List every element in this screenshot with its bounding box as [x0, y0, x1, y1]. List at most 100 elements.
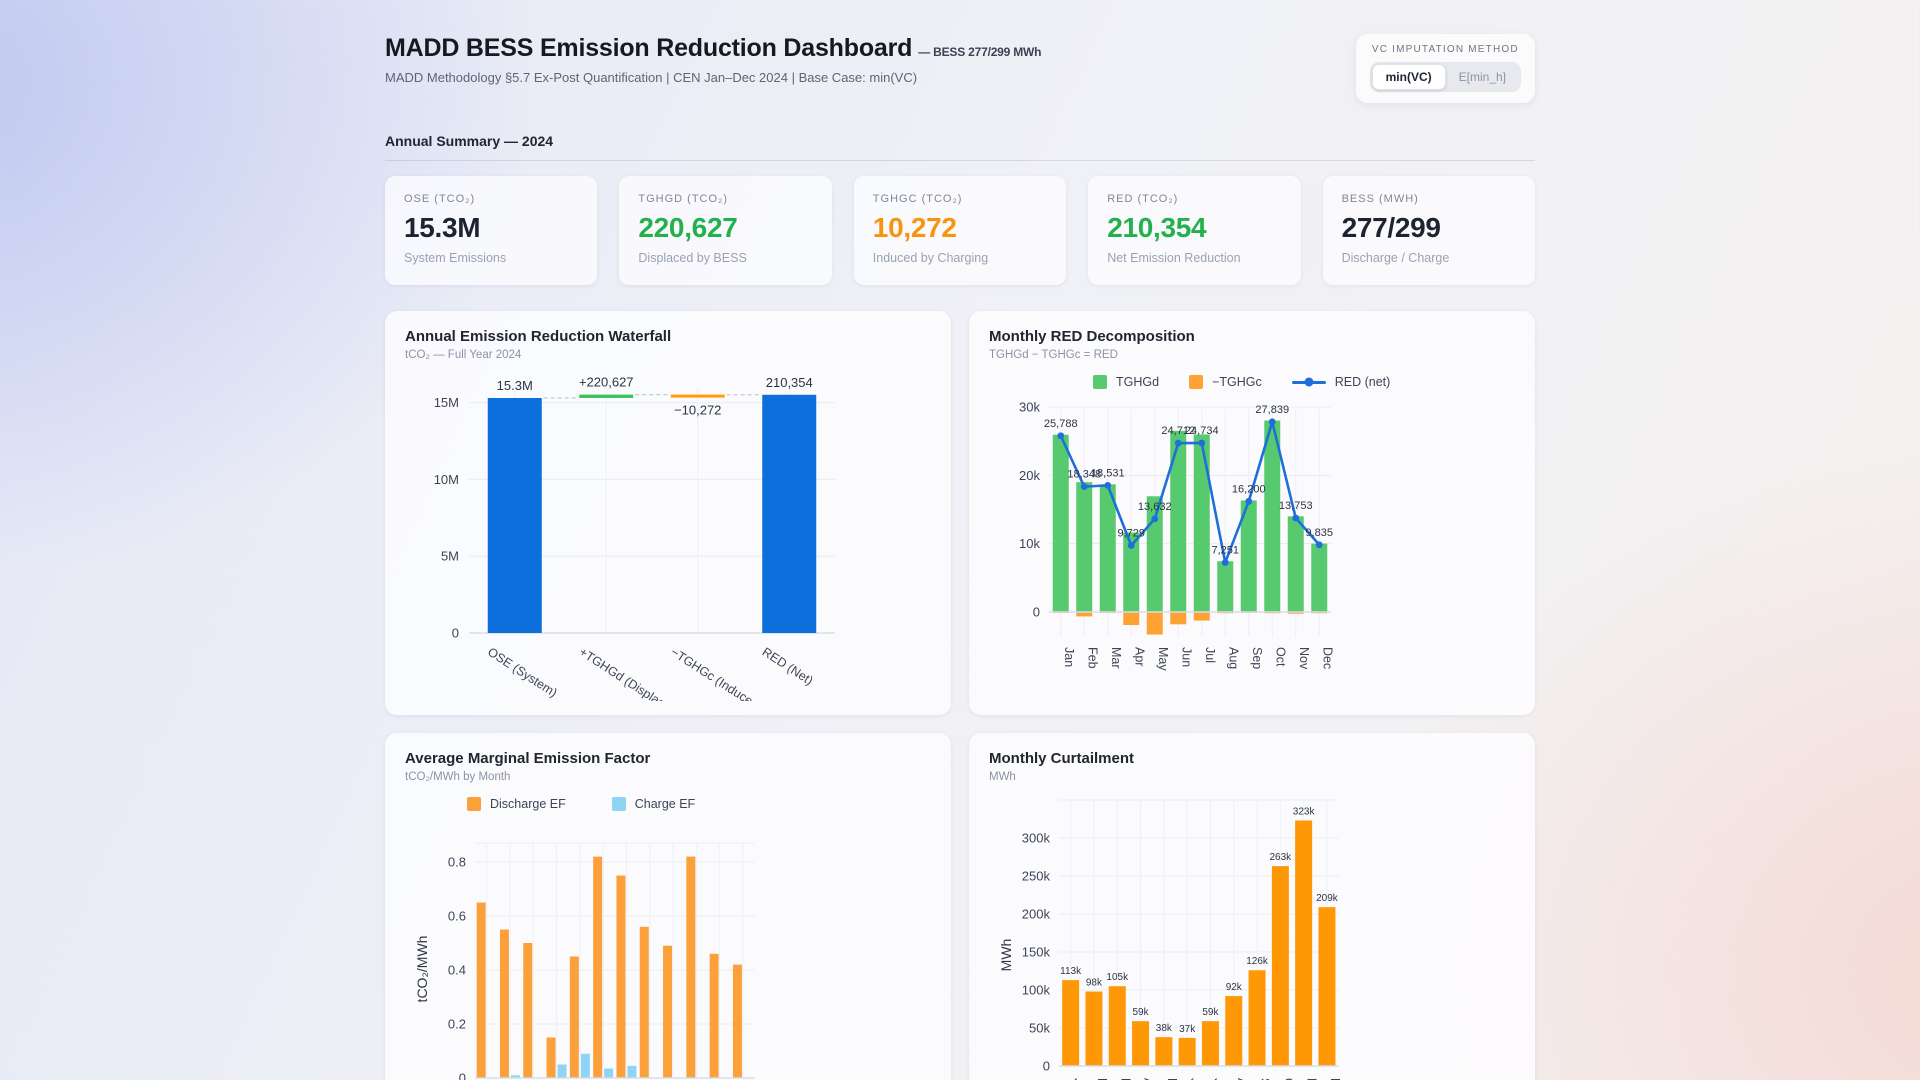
svg-text:0: 0	[452, 626, 459, 641]
svg-text:15M: 15M	[434, 395, 459, 410]
svg-text:Dec: Dec	[1320, 647, 1334, 669]
svg-text:Mar: Mar	[1109, 647, 1123, 669]
red-line-dot-icon	[1304, 377, 1314, 387]
discharge-ef-swatch-icon	[467, 797, 481, 811]
kpi-value: 277/299	[1341, 212, 1441, 243]
svg-text:0: 0	[1033, 605, 1040, 620]
svg-text:+220,627: +220,627	[579, 375, 634, 390]
svg-text:50k: 50k	[1029, 1021, 1050, 1036]
page-title-suffix: — BESS 277/299 MWh	[918, 45, 1042, 59]
vc-method-option-eminh[interactable]: E[min_h]	[1446, 64, 1519, 90]
kpi-card-tghgd: TGHGD (TCO₂) 220,627 Displaced by BESS	[619, 176, 832, 285]
chart-subtitle: MWh	[989, 771, 1016, 783]
svg-text:10M: 10M	[434, 472, 459, 487]
svg-text:98k: 98k	[1086, 978, 1103, 989]
legend-label: RED (net)	[1334, 375, 1391, 389]
svg-text:Apr: Apr	[1132, 647, 1146, 666]
emission-factor-chart-card: Average Marginal Emission Factor tCO₂/MW…	[385, 733, 951, 1080]
svg-text:38k: 38k	[1156, 1023, 1173, 1034]
svg-text:MWh: MWh	[998, 939, 1014, 972]
red-chart-legend: TGHGd −TGHGc RED (net)	[1093, 371, 1515, 393]
section-divider	[385, 160, 1535, 161]
svg-text:−10,272: −10,272	[674, 403, 721, 418]
svg-text:20k: 20k	[1019, 468, 1040, 483]
svg-text:13,632: 13,632	[1138, 501, 1172, 513]
svg-text:209k: 209k	[1316, 893, 1339, 904]
legend-item-tghgc[interactable]: −TGHGc	[1189, 375, 1262, 389]
svg-text:7,251: 7,251	[1211, 544, 1239, 556]
red-decomposition-chart-card: Monthly RED Decomposition TGHGd − TGHGc …	[969, 311, 1535, 715]
emission-factor-chart: 00.20.40.60.8tCO₂/MWhJanFebMarAprMayJunJ…	[414, 842, 755, 1080]
kpi-subtext: Induced by Charging	[872, 251, 989, 265]
svg-text:5M: 5M	[441, 549, 459, 564]
kpi-card-red: RED (TCO₂) 210,354 Net Emission Reductio…	[1088, 176, 1301, 285]
svg-text:10k: 10k	[1019, 536, 1040, 551]
kpi-card-tghgc: TGHGC (TCO₂) 10,272 Induced by Charging	[853, 176, 1067, 285]
vc-imputation-panel: VC IMPUTATION METHOD min(VC) E[min_h]	[1355, 34, 1535, 103]
vc-method-option-minvc[interactable]: min(VC)	[1371, 64, 1446, 90]
svg-text:25,788: 25,788	[1044, 418, 1078, 430]
svg-text:210,354: 210,354	[766, 375, 813, 390]
vc-method-segmented-control: min(VC) E[min_h]	[1369, 62, 1521, 92]
charge-ef-swatch-icon	[611, 797, 626, 811]
kpi-value: 15.3M	[404, 212, 481, 243]
svg-text:Jun: Jun	[1179, 647, 1193, 667]
svg-text:24,734: 24,734	[1185, 425, 1219, 437]
svg-text:Sep: Sep	[1250, 647, 1264, 669]
svg-text:+TGHGd (Displaced): +TGHGd (Displaced)	[577, 645, 683, 701]
kpi-label: TGHGC (TCO₂)	[872, 193, 963, 205]
svg-text:300k: 300k	[1022, 831, 1051, 846]
waterfall-chart: 0 5M 10M 15M 15.3M +220,627 −10,272 210,354 OSE …	[434, 375, 835, 715]
svg-text:−TGHGc (Induced): −TGHGc (Induced)	[668, 645, 764, 701]
legend-item-tghgd[interactable]: TGHGd	[1093, 375, 1159, 389]
kpi-subtext: Discharge / Charge	[1341, 251, 1450, 265]
vc-imputation-label: VC IMPUTATION METHOD	[1371, 44, 1519, 55]
page-title: MADD BESS Emission Reduction Dashboard — …	[385, 34, 1042, 63]
tghgc-swatch-icon	[1189, 375, 1204, 389]
kpi-label: TGHGD (TCO₂)	[638, 193, 728, 205]
annual-summary-heading: Annual Summary — 2024	[385, 133, 554, 149]
chart-subtitle: tCO₂/MWh by Month	[405, 771, 511, 783]
kpi-row: OSE (TCO₂) 15.3M System Emissions TGHGD …	[385, 176, 1535, 285]
svg-text:37k: 37k	[1179, 1024, 1196, 1035]
svg-text:0: 0	[1043, 1059, 1050, 1074]
legend-item-charge-ef[interactable]: Charge EF	[611, 797, 695, 811]
kpi-label: RED (TCO₂)	[1107, 193, 1179, 205]
svg-text:OSE (System): OSE (System)	[485, 645, 560, 700]
svg-text:16,200: 16,200	[1232, 483, 1266, 495]
legend-item-red-net[interactable]: RED (net)	[1291, 375, 1391, 389]
svg-text:18,531: 18,531	[1091, 467, 1125, 479]
header: MADD BESS Emission Reduction Dashboard — …	[385, 34, 1535, 103]
svg-text:150k: 150k	[1022, 945, 1051, 960]
waterfall-chart-card: Annual Emission Reduction Waterfall tCO₂…	[385, 311, 951, 715]
chart-subtitle: tCO₂ — Full Year 2024	[405, 349, 522, 361]
kpi-card-bess: BESS (MWH) 277/299 Discharge / Charge	[1322, 176, 1535, 285]
svg-text:Jul: Jul	[1203, 647, 1217, 663]
dashboard: MADD BESS Emission Reduction Dashboard — …	[385, 0, 1535, 1080]
kpi-label: BESS (MWH)	[1341, 193, 1419, 205]
page-title-text: MADD BESS Emission Reduction Dashboard	[385, 34, 913, 62]
svg-text:0.4: 0.4	[448, 963, 466, 978]
svg-text:126k: 126k	[1246, 956, 1269, 967]
svg-text:tCO₂/MWh: tCO₂/MWh	[414, 936, 430, 1003]
legend-item-discharge-ef[interactable]: Discharge EF	[467, 797, 566, 811]
svg-text:0.8: 0.8	[448, 855, 466, 870]
svg-text:0.6: 0.6	[448, 909, 466, 924]
kpi-subtext: System Emissions	[404, 251, 507, 265]
svg-text:9,729: 9,729	[1117, 528, 1145, 540]
svg-text:105k: 105k	[1106, 972, 1129, 983]
curtailment-chart: 0 50k 100k 150k 200k 250k 300k 113k 98k 105k 59k 38…	[998, 799, 1342, 1080]
svg-text:Nov: Nov	[1297, 647, 1311, 670]
kpi-subtext: Net Emission Reduction	[1107, 251, 1241, 265]
svg-text:9,835: 9,835	[1305, 527, 1333, 539]
svg-text:RED (Net): RED (Net)	[760, 645, 816, 688]
curtailment-chart-card: Monthly Curtailment MWh 0 50k 100k 150k 200k…	[969, 733, 1535, 1080]
svg-text:Oct: Oct	[1273, 647, 1287, 667]
legend-label: Discharge EF	[490, 797, 566, 811]
svg-text:27,839: 27,839	[1255, 404, 1289, 416]
svg-text:263k: 263k	[1270, 852, 1293, 863]
chart-title: Annual Emission Reduction Waterfall	[405, 328, 672, 345]
page-subtitle: MADD Methodology §5.7 Ex-Post Quantifica…	[385, 70, 918, 85]
svg-text:0.2: 0.2	[448, 1017, 466, 1032]
svg-text:59k: 59k	[1202, 1007, 1219, 1018]
